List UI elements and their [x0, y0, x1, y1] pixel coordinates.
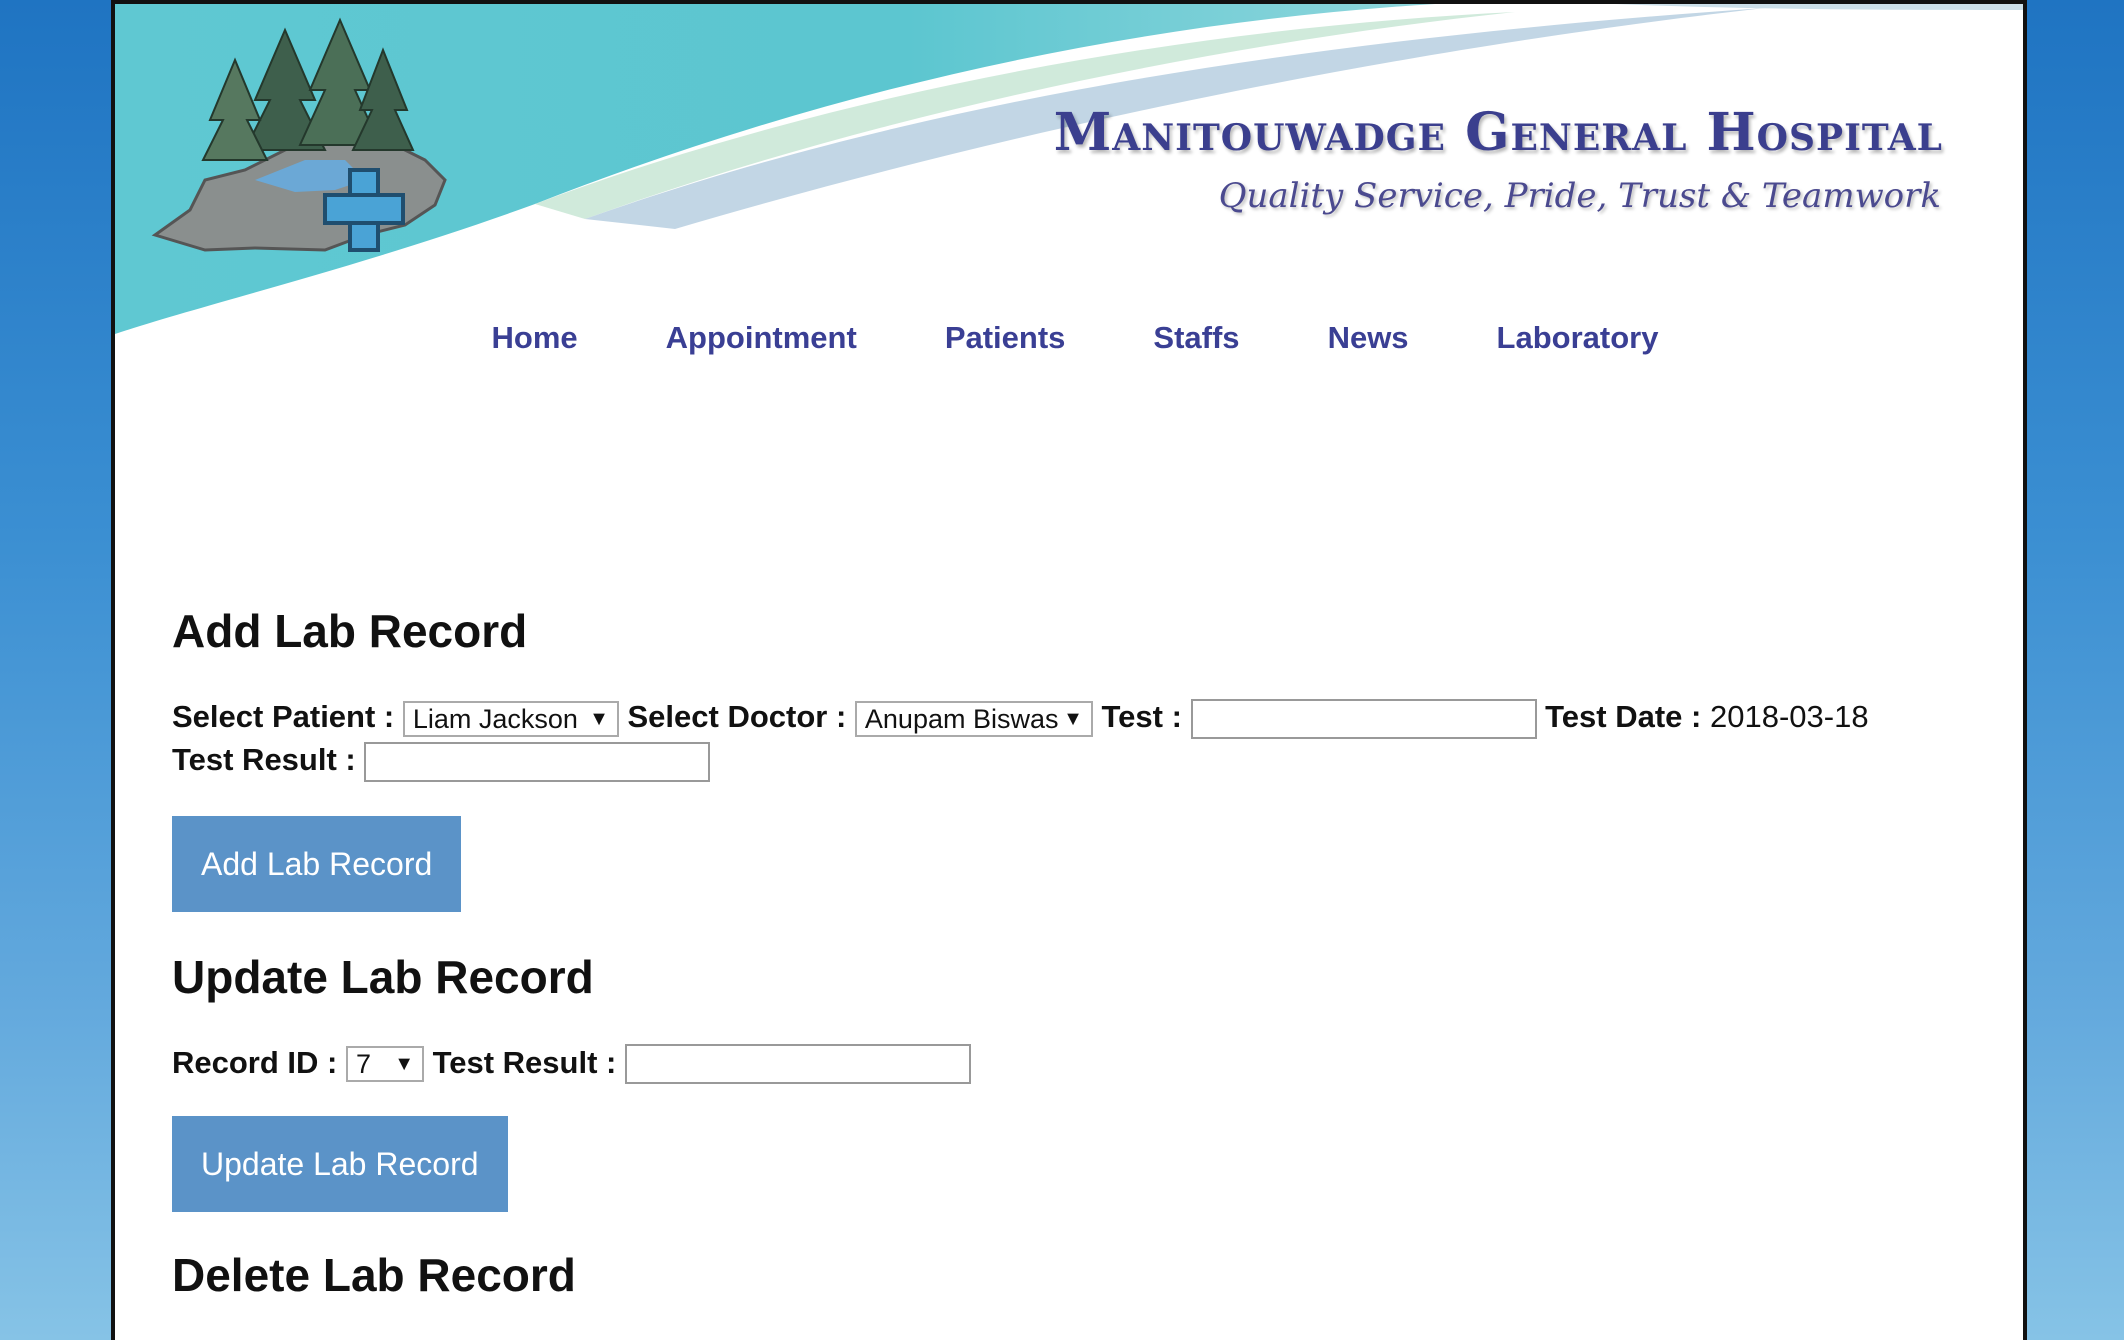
update-test-result-label: Test Result : — [432, 1044, 617, 1080]
header-banner: Manitouwadge General Hospital Quality Se… — [115, 4, 2023, 355]
nav-staffs[interactable]: Staffs — [1153, 320, 1239, 356]
main-content: Add Lab Record Select Patient : Liam Jac… — [172, 604, 1992, 1302]
nav-appointment[interactable]: Appointment — [666, 320, 857, 356]
nav-patients[interactable]: Patients — [945, 320, 1066, 356]
select-doctor-label: Select Doctor : — [627, 699, 847, 734]
update-lab-record-button[interactable]: Update Lab Record — [172, 1116, 508, 1213]
select-patient-label: Select Patient : — [172, 699, 395, 734]
record-id-value: 7 — [355, 1049, 372, 1080]
nav-home[interactable]: Home — [492, 320, 578, 356]
patient-select[interactable]: Liam Jackson ▼ — [402, 700, 619, 737]
doctor-select[interactable]: Anupam Biswas ▼ — [854, 700, 1093, 737]
page-container: Manitouwadge General Hospital Quality Se… — [111, 0, 2027, 1340]
test-date-value: 2018-03-18 — [1709, 699, 1869, 734]
chevron-down-icon: ▼ — [589, 707, 609, 730]
main-nav: Home Appointment Patients Staffs News La… — [115, 320, 2023, 356]
record-id-label: Record ID : — [172, 1044, 338, 1080]
test-date-label: Test Date : — [1545, 699, 1702, 734]
chevron-down-icon: ▼ — [394, 1053, 414, 1076]
test-label: Test : — [1101, 699, 1182, 734]
hospital-tagline: Quality Service, Pride, Trust & Teamwork — [1218, 176, 1941, 216]
record-id-select[interactable]: 7 ▼ — [345, 1046, 424, 1083]
test-result-label: Test Result : — [172, 741, 356, 777]
add-lab-record-button[interactable]: Add Lab Record — [172, 815, 462, 912]
update-lab-record-title: Update Lab Record — [172, 950, 594, 1003]
nav-laboratory[interactable]: Laboratory — [1497, 320, 1659, 356]
add-lab-record-form: Select Patient : Liam Jackson ▼ Select D… — [172, 696, 1992, 782]
patient-select-value: Liam Jackson — [412, 703, 578, 734]
test-input[interactable] — [1190, 698, 1537, 739]
tree-cross-logo — [151, 17, 447, 252]
delete-lab-record-title: Delete Lab Record — [172, 1249, 576, 1302]
update-lab-record-form: Record ID : 7 ▼ Test Result : — [172, 1042, 1992, 1085]
test-result-input[interactable] — [364, 741, 711, 782]
chevron-down-icon: ▼ — [1063, 707, 1083, 730]
doctor-select-value: Anupam Biswas — [864, 703, 1059, 734]
hospital-name: Manitouwadge General Hospital — [1053, 102, 1943, 163]
add-lab-record-title: Add Lab Record — [172, 605, 528, 657]
update-test-result-input[interactable] — [624, 1044, 971, 1085]
nav-news[interactable]: News — [1328, 320, 1409, 356]
